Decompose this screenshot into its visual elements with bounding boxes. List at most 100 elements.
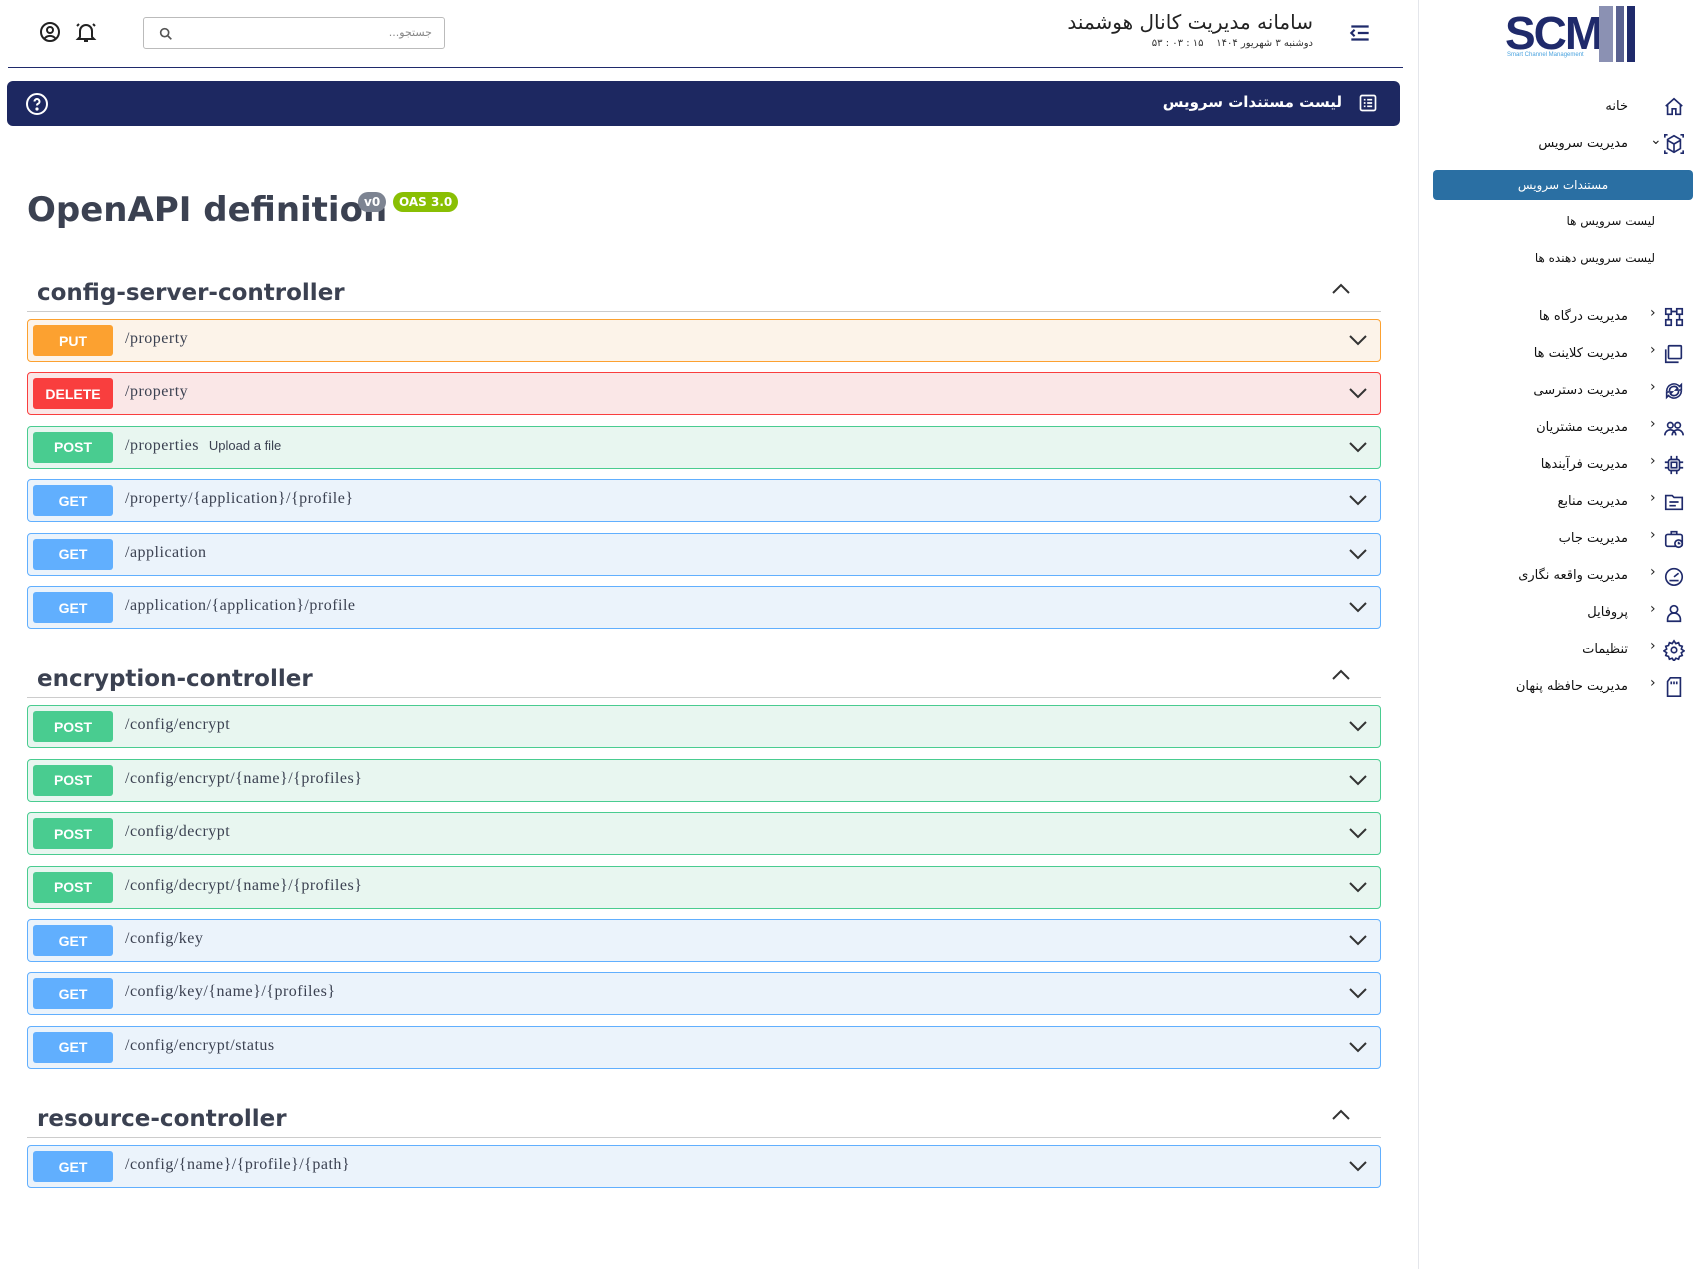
sidebar-item[interactable]: مدیریت سرویس ⌄ xyxy=(1418,123,1703,163)
chevron-down-icon[interactable] xyxy=(1348,986,1368,1000)
sidebar-item-label: خانه xyxy=(1605,98,1628,114)
operation-path: /config/encrypt/{name}/{profiles} xyxy=(125,770,362,788)
operation-post[interactable]: POST/config/encrypt/{name}/{profiles} xyxy=(27,758,1381,802)
gear-icon xyxy=(1663,639,1685,661)
chevron-left-icon: ‹ xyxy=(1650,453,1656,469)
search-placeholder: جستجو... xyxy=(388,26,432,39)
path-text: /application xyxy=(125,543,207,561)
sidebar-item[interactable]: مدیریت کلاینت ها ‹ xyxy=(1418,333,1703,373)
operation-get[interactable]: GET/property/{application}/{profile} xyxy=(27,479,1381,523)
chevron-down-icon[interactable] xyxy=(1348,773,1368,787)
operation-put[interactable]: PUT/property xyxy=(27,319,1381,362)
help-icon[interactable] xyxy=(25,92,49,116)
gauge-icon xyxy=(1664,567,1684,586)
sidebar-item-label: مدیریت جاب xyxy=(1558,530,1628,546)
chevron-down-icon[interactable] xyxy=(1348,493,1368,507)
chevron-down-icon[interactable] xyxy=(1348,1040,1368,1054)
path-text: /application/{application}/profile xyxy=(125,597,356,614)
sidebar-item-label: مدیریت درگاه ها xyxy=(1538,308,1628,324)
account-icon[interactable] xyxy=(38,20,62,44)
chevron-down-icon[interactable] xyxy=(1348,600,1368,614)
sidebar-item-label: مدیریت حافظه پنهان xyxy=(1515,678,1628,694)
operation-get[interactable]: GET/config/{name}/{profile}/{path} xyxy=(27,1145,1381,1189)
tag-header[interactable]: resource-controller xyxy=(27,1092,1381,1139)
method-badge: GET xyxy=(33,925,113,956)
banner-title: لیست مستندات سرویس xyxy=(1162,93,1342,111)
path-text: /config/key xyxy=(125,930,204,947)
logo-bars xyxy=(1599,6,1635,62)
sidebar-item[interactable]: مدیریت منابع ‹ xyxy=(1418,481,1703,521)
chevron-up-icon[interactable] xyxy=(1331,668,1351,682)
chevron-down-icon[interactable] xyxy=(1348,440,1368,454)
chip-icon xyxy=(1664,455,1684,475)
chevron-down-icon[interactable] xyxy=(1348,333,1368,347)
chevron-up-icon[interactable] xyxy=(1331,1108,1351,1122)
sidebar-item[interactable]: مدیریت حافظه پنهان ‹ xyxy=(1418,666,1703,706)
sidebar-item-label: مدیریت کلاینت ها xyxy=(1533,345,1628,361)
logo: SCM Smart Channel Management xyxy=(1505,6,1655,66)
method-badge: GET xyxy=(33,485,113,517)
chevron-down-icon[interactable] xyxy=(1348,547,1368,561)
tag-header[interactable]: config-server-controller xyxy=(27,266,1381,312)
sidebar-subitem[interactable]: لیست سرویس دهنده ها xyxy=(1535,251,1655,265)
operation-path: /property xyxy=(125,330,188,348)
sidebar-subitem[interactable]: لیست سرویس ها xyxy=(1567,214,1656,228)
cube-icon xyxy=(1664,134,1684,154)
method-badge: DELETE xyxy=(33,378,113,410)
sidebar-item[interactable]: تنظیمات ‹ xyxy=(1418,629,1703,669)
chevron-down-icon[interactable] xyxy=(1348,1159,1368,1173)
operation-path: /config/{name}/{profile}/{path} xyxy=(125,1156,350,1174)
operation-path: /config/decrypt/{name}/{profiles} xyxy=(125,877,362,895)
path-text: /property xyxy=(125,330,189,347)
operation-delete[interactable]: DELETE/property xyxy=(27,372,1381,416)
user-icon xyxy=(1666,604,1682,623)
chevron-down-icon[interactable] xyxy=(1348,880,1368,894)
sidebar-item[interactable]: مدیریت واقعه نگاری ‹ xyxy=(1418,555,1703,595)
operation-path: /config/encrypt/status xyxy=(125,1037,275,1055)
operation-get[interactable]: GET/config/key/{name}/{profiles} xyxy=(27,972,1381,1016)
sidebar: SCM Smart Channel Management خانه مدیریت … xyxy=(1418,0,1703,1269)
search-input[interactable]: جستجو... xyxy=(143,17,445,49)
sidebar-item-label: مدیریت فرآیندها xyxy=(1540,456,1628,472)
chevron-left-icon: ‹ xyxy=(1650,527,1656,543)
tag-name: config-server-controller xyxy=(37,280,345,306)
operation-post[interactable]: POST/config/decrypt xyxy=(27,812,1381,856)
sidebar-item[interactable]: خانه xyxy=(1418,86,1703,126)
sidebar-item[interactable]: مدیریت درگاه ها ‹ xyxy=(1418,296,1703,336)
sidebar-subitem-active[interactable]: مستندات سرویس xyxy=(1433,170,1693,200)
chevron-down-icon[interactable] xyxy=(1348,719,1368,733)
chevron-down-icon[interactable] xyxy=(1348,826,1368,840)
operation-path: /properties Upload a file xyxy=(125,437,281,455)
logo-subtitle: Smart Channel Management xyxy=(1507,52,1584,58)
path-text: /properties xyxy=(125,436,199,454)
sidebar-item[interactable]: پروفایل ‹ xyxy=(1418,592,1703,632)
chevron-down-icon[interactable] xyxy=(1348,933,1368,947)
operation-post[interactable]: POST/config/encrypt xyxy=(27,705,1381,749)
operation-get[interactable]: GET/application/{application}/profile xyxy=(27,586,1381,629)
operation-get[interactable]: GET/application xyxy=(27,532,1381,576)
method-badge: POST xyxy=(33,764,113,796)
method-badge: POST xyxy=(33,818,113,850)
chevron-down-icon: ⌄ xyxy=(1650,132,1662,148)
tag-header[interactable]: encryption-controller xyxy=(27,652,1381,699)
method-badge: GET xyxy=(33,978,113,1010)
method-badge: POST xyxy=(33,871,113,903)
tag-name: encryption-controller xyxy=(37,666,313,693)
operation-post[interactable]: POST/properties Upload a file xyxy=(27,425,1381,469)
sidebar-item[interactable]: مدیریت مشتریان ‹ xyxy=(1418,407,1703,447)
chevron-down-icon[interactable] xyxy=(1348,386,1368,400)
operation-get[interactable]: GET/config/encrypt/status xyxy=(27,1025,1381,1069)
chevron-up-icon[interactable] xyxy=(1331,282,1351,296)
version-badge: v0 xyxy=(358,192,387,212)
path-text: /config/{name}/{profile}/{path} xyxy=(125,1156,351,1174)
sidebar-item[interactable]: مدیریت فرآیندها ‹ xyxy=(1418,444,1703,484)
sidebar-item[interactable]: مدیریت جاب ‹ xyxy=(1418,518,1703,558)
menu-toggle-icon[interactable] xyxy=(1347,20,1373,46)
job-icon xyxy=(1664,530,1684,549)
operation-post[interactable]: POST/config/decrypt/{name}/{profiles} xyxy=(27,865,1381,909)
sidebar-item[interactable]: مدیریت دسترسی ‹ xyxy=(1418,370,1703,410)
operation-get[interactable]: GET/config/key xyxy=(27,919,1381,962)
bell-icon[interactable] xyxy=(74,20,98,44)
path-text: /config/encrypt xyxy=(125,716,231,734)
operation-path: /property/{application}/{profile} xyxy=(125,490,354,508)
